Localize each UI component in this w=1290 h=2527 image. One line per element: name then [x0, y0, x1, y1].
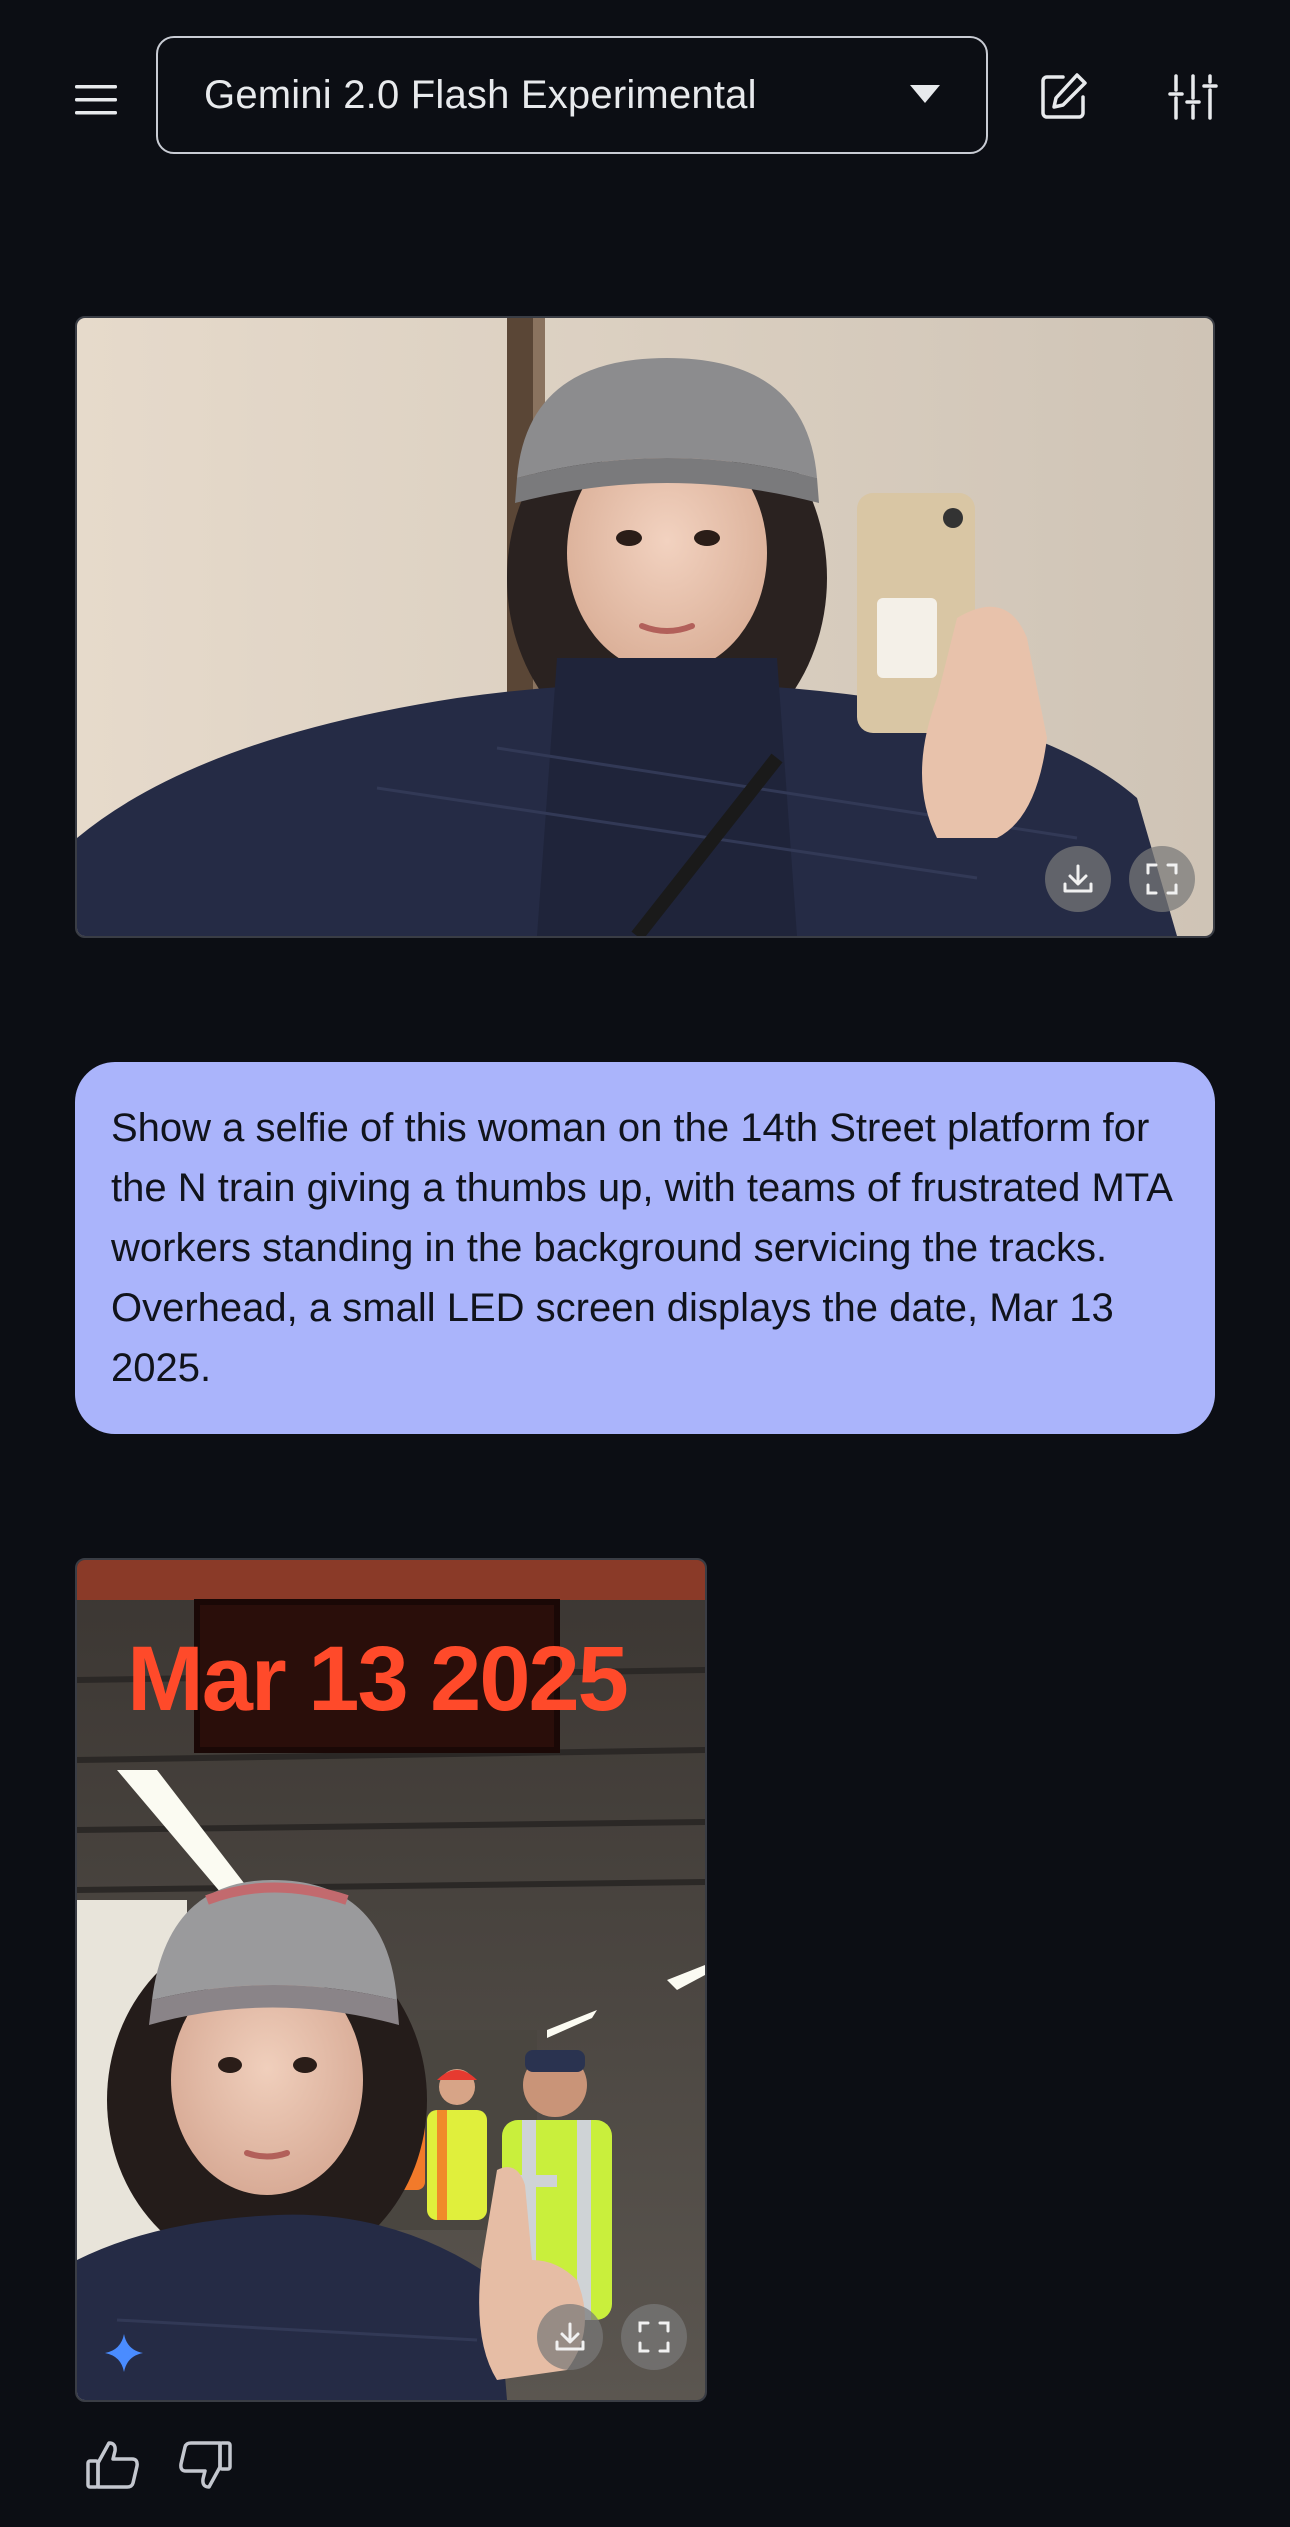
led-date-text: Mar 13 2025	[127, 1628, 627, 1730]
user-prompt-text: Show a selfie of this woman on the 14th …	[111, 1106, 1171, 1390]
top-bar: Gemini 2.0 Flash Experimental	[0, 0, 1290, 190]
uploaded-image[interactable]	[75, 316, 1215, 938]
user-prompt-bubble: Show a selfie of this woman on the 14th …	[75, 1062, 1215, 1434]
gemini-sparkle-icon	[105, 2334, 143, 2372]
tune-settings-icon	[1168, 74, 1218, 120]
uploaded-image-actions	[1045, 846, 1195, 912]
model-selector-label: Gemini 2.0 Flash Experimental	[204, 72, 757, 117]
selfie-photo	[77, 318, 1213, 936]
menu-button[interactable]	[66, 70, 126, 130]
download-button[interactable]	[1045, 846, 1111, 912]
new-chat-edit-icon	[1041, 73, 1087, 119]
thumbs-down-button[interactable]	[172, 2432, 238, 2498]
generated-subway-selfie: Mar 13 2025	[77, 1560, 705, 2400]
hamburger-menu-icon	[75, 85, 117, 115]
fullscreen-button[interactable]	[621, 2304, 687, 2370]
thumbs-down-icon	[179, 2441, 232, 2489]
download-icon	[1063, 864, 1093, 893]
model-selector-dropdown[interactable]: Gemini 2.0 Flash Experimental	[156, 36, 988, 154]
thumbs-up-button[interactable]	[80, 2432, 146, 2498]
settings-button[interactable]	[1160, 64, 1226, 130]
chevron-down-icon	[910, 85, 940, 103]
download-icon	[555, 2322, 585, 2351]
generated-image-actions	[537, 2304, 687, 2370]
fullscreen-button[interactable]	[1129, 846, 1195, 912]
fullscreen-icon	[638, 2321, 670, 2353]
new-chat-button[interactable]	[1030, 64, 1096, 130]
generated-image[interactable]: Mar 13 2025	[75, 1558, 707, 2402]
fullscreen-icon	[1146, 863, 1178, 895]
download-button[interactable]	[537, 2304, 603, 2370]
feedback-row	[80, 2432, 238, 2498]
thumbs-up-icon	[86, 2441, 139, 2489]
